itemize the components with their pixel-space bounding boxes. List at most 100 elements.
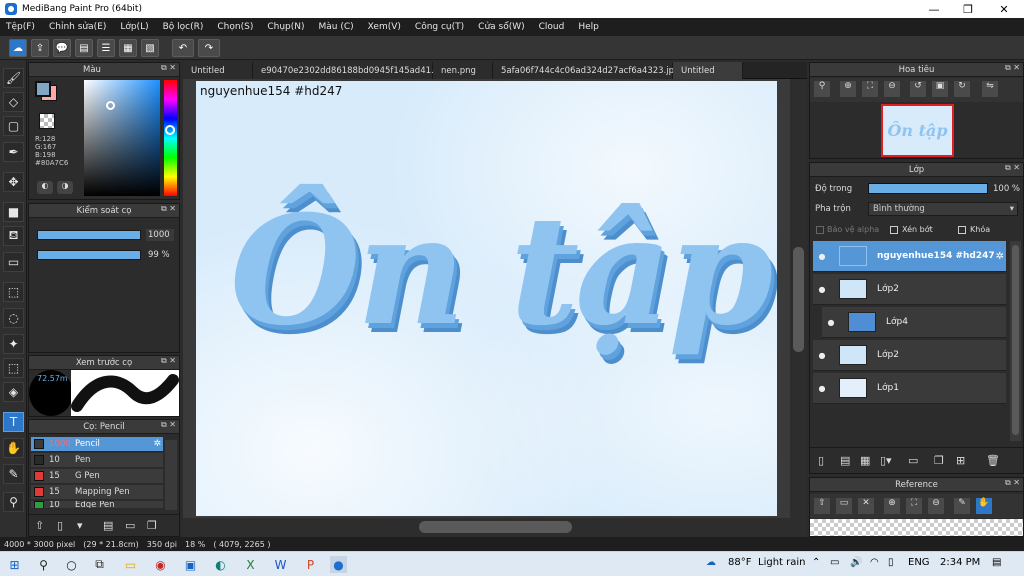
navigator-thumbnail[interactable]: Ôn tập bbox=[881, 104, 954, 157]
shape-tool-icon[interactable]: ▢ bbox=[3, 116, 24, 136]
brush-item-pen[interactable]: 10 Pen bbox=[31, 453, 163, 468]
brush-copy-icon[interactable]: ▤ bbox=[103, 519, 113, 532]
tab-untitled-1[interactable]: Untitled bbox=[183, 62, 253, 79]
reference-view[interactable] bbox=[810, 519, 1023, 536]
upload-icon[interactable]: ⇪ bbox=[31, 39, 49, 57]
flip-icon[interactable]: ⇋ bbox=[982, 81, 998, 97]
saturation-value-picker[interactable] bbox=[84, 80, 160, 196]
close-reference-icon[interactable]: ✕ bbox=[858, 498, 874, 514]
layer-list-scrollbar[interactable] bbox=[1010, 241, 1021, 441]
hue-slider[interactable] bbox=[164, 80, 177, 196]
tab-e90470[interactable]: e90470e2302dd86188bd0945f145ad41.jpg bbox=[253, 62, 447, 79]
panel-close-icon[interactable]: ⧉ ✕ bbox=[161, 204, 176, 214]
layer-row[interactable]: ● Lớp4 bbox=[822, 307, 1006, 338]
hue-cursor[interactable] bbox=[165, 125, 175, 135]
drawing-canvas[interactable]: nguyenhue154 #hd247 Ôn tập bbox=[196, 81, 777, 516]
minimize-button[interactable]: — bbox=[916, 0, 952, 18]
brush-item-mapping-pen[interactable]: 15 Mapping Pen bbox=[31, 485, 163, 500]
visibility-icon[interactable]: ● bbox=[824, 318, 838, 327]
select-pen-tool-icon[interactable]: ⬚ bbox=[3, 358, 24, 378]
horizontal-scroll-thumb[interactable] bbox=[419, 521, 572, 533]
primary-color-swatch[interactable] bbox=[35, 81, 51, 97]
brush-item-edge-pen[interactable]: 10 Edge Pen bbox=[31, 501, 163, 509]
app-icon[interactable]: ◉ bbox=[152, 556, 169, 573]
layer-row[interactable]: ● Lớp2 bbox=[813, 274, 1006, 305]
layer-row[interactable]: ● Lớp1 bbox=[813, 373, 1006, 404]
menu-filter[interactable]: Bộ lọc(R) bbox=[163, 22, 204, 32]
panel-close-icon[interactable]: ⧉ ✕ bbox=[1005, 163, 1020, 173]
comment-icon[interactable]: 💬 bbox=[53, 39, 71, 57]
select-eraser-tool-icon[interactable]: ◈ bbox=[3, 382, 24, 402]
tab-untitled-2[interactable]: Untitled bbox=[673, 62, 743, 79]
wifi-icon[interactable]: ◠ bbox=[870, 557, 879, 568]
hand-icon[interactable]: ✋ bbox=[976, 498, 992, 514]
menu-window[interactable]: Cửa sổ(W) bbox=[478, 22, 524, 32]
text-tool-icon[interactable]: T bbox=[3, 412, 24, 432]
visibility-icon[interactable]: ● bbox=[815, 285, 829, 294]
protect-alpha-checkbox[interactable]: Bảo vệ alpha bbox=[816, 225, 879, 234]
language-indicator[interactable]: ENG bbox=[908, 557, 930, 568]
file-explorer-icon[interactable]: ▭ bbox=[122, 556, 139, 573]
menu-tools[interactable]: Công cụ(T) bbox=[415, 22, 464, 32]
pen-tool-icon[interactable]: ✒ bbox=[3, 142, 24, 162]
brush-tool-icon[interactable]: 🖌 bbox=[3, 68, 24, 88]
brush-size-value[interactable]: 1000 bbox=[146, 229, 174, 241]
fit-icon[interactable]: ⛶ bbox=[862, 81, 878, 97]
brush-size-slider[interactable] bbox=[37, 230, 141, 240]
brush-item-pencil[interactable]: 1000 Pencil ✲ bbox=[31, 437, 163, 452]
fill-rect-tool-icon[interactable]: ■ bbox=[3, 202, 24, 222]
panel-close-icon[interactable]: ⧉ ✕ bbox=[161, 356, 176, 366]
word-icon[interactable]: W bbox=[272, 556, 289, 573]
transparent-swatch[interactable] bbox=[39, 113, 55, 129]
layer-opacity-slider[interactable] bbox=[868, 183, 988, 194]
visibility-icon[interactable]: ● bbox=[815, 252, 829, 261]
monitor-icon[interactable]: ▣ bbox=[182, 556, 199, 573]
merge-layer-icon[interactable]: ⊞ bbox=[956, 454, 965, 467]
notification-icon[interactable]: ▤ bbox=[992, 557, 1001, 568]
gradient-tool-icon[interactable]: ▭ bbox=[3, 252, 24, 272]
task-view-icon[interactable]: ⧉ bbox=[91, 556, 108, 573]
network-icon[interactable]: ▭ bbox=[830, 557, 839, 568]
trash-icon[interactable]: 🗑 bbox=[986, 454, 1000, 467]
settings-gear-icon[interactable]: ✲ bbox=[153, 439, 161, 449]
add-brush-dropdown-icon[interactable]: ▾ bbox=[77, 519, 83, 532]
visibility-icon[interactable]: ● bbox=[815, 351, 829, 360]
menu-file[interactable]: Tệp(F) bbox=[6, 22, 35, 32]
vertical-scroll-thumb[interactable] bbox=[793, 247, 804, 352]
panel-close-icon[interactable]: ⧉ ✕ bbox=[161, 63, 176, 73]
blend-mode-select[interactable]: Bình thường ▾ bbox=[868, 202, 1018, 216]
menu-select[interactable]: Chọn(S) bbox=[217, 22, 253, 32]
zoom-in-icon[interactable]: ⊕ bbox=[884, 498, 900, 514]
eyedropper-icon[interactable]: ✎ bbox=[954, 498, 970, 514]
brush-item-g-pen[interactable]: 15 G Pen bbox=[31, 469, 163, 484]
color-cursor[interactable] bbox=[106, 101, 115, 110]
eyedropper-tool-icon[interactable]: ✎ bbox=[3, 464, 24, 484]
brush-list-scrollbar[interactable] bbox=[165, 440, 177, 510]
horizontal-scrollbar[interactable] bbox=[183, 518, 807, 537]
duplicate-layer-icon[interactable]: ❐ bbox=[934, 454, 944, 467]
weather-icon[interactable]: ☁ bbox=[706, 557, 716, 568]
lasso-tool-icon[interactable]: ◌ bbox=[3, 308, 24, 328]
clock[interactable]: 2:34 PM bbox=[940, 557, 980, 568]
cloud-upload-icon[interactable]: ⇧ bbox=[35, 519, 44, 532]
brush-opacity-slider[interactable] bbox=[37, 250, 141, 260]
visibility-icon[interactable]: ● bbox=[815, 384, 829, 393]
panel-close-icon[interactable]: ⧉ ✕ bbox=[161, 420, 176, 430]
new-layer-icon[interactable]: ▯ bbox=[818, 454, 824, 467]
cortana-icon[interactable]: ○ bbox=[63, 556, 80, 573]
layer-row[interactable]: ● Lớp2 bbox=[813, 340, 1006, 371]
new-halftone-layer-icon[interactable]: ▤ bbox=[840, 454, 850, 467]
clipping-checkbox[interactable]: Xén bớt bbox=[890, 225, 933, 234]
zoom-out-icon[interactable]: ⊖ bbox=[928, 498, 944, 514]
eraser-tool-icon[interactable]: ◇ bbox=[3, 92, 24, 112]
tab-nen[interactable]: nen.png bbox=[433, 62, 493, 79]
windows-start-icon[interactable]: ⊞ bbox=[6, 556, 23, 573]
panel-icon[interactable]: ▦ bbox=[119, 39, 137, 57]
zoom-icon[interactable]: ⚲ bbox=[814, 81, 830, 97]
zoom-out-icon[interactable]: ⊖ bbox=[884, 81, 900, 97]
settings-gear-icon[interactable]: ✲ bbox=[996, 251, 1004, 262]
add-layer-dropdown-icon[interactable]: ▯▾ bbox=[880, 454, 892, 467]
powerpoint-icon[interactable]: P bbox=[302, 556, 319, 573]
brush-folder-icon[interactable]: ▭ bbox=[125, 519, 135, 532]
vertical-scrollbar[interactable] bbox=[790, 79, 807, 518]
